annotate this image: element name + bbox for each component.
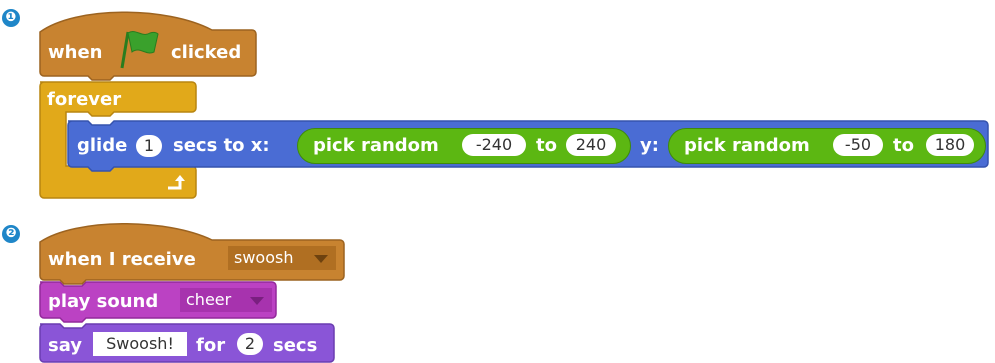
forever-label: forever [47,89,122,110]
y-label: y: [640,135,659,156]
for-label: for [196,335,226,356]
say-label: say [48,335,83,356]
chevron-down-icon [250,297,264,305]
secs-label: secs [273,335,318,356]
step-marker-1: ❶ [2,9,20,27]
message-dropdown-value: swoosh [234,248,294,267]
pick-random-y-label: pick random [684,135,810,156]
green-flag-icon [120,31,159,69]
sound-dropdown[interactable]: cheer [180,288,272,312]
sound-dropdown-value: cheer [186,290,232,309]
random-y-from-input[interactable]: -50 [833,134,883,156]
say-secs-input[interactable]: 2 [237,333,263,355]
message-dropdown[interactable]: swoosh [228,246,336,270]
random-x-from-input[interactable]: -240 [462,134,526,156]
clicked-label: clicked [171,42,242,63]
random-y-to-input[interactable]: 180 [926,134,974,156]
pick-random-x-label: pick random [313,135,439,156]
glide-secs-input[interactable]: 1 [136,135,162,157]
random-x-to-input[interactable]: 240 [566,134,616,156]
say-text-input[interactable]: Swoosh! [93,332,187,356]
to-label-1: to [536,135,557,156]
to-label-2: to [893,135,914,156]
glide-label: glide [77,135,128,156]
when-label: when [48,42,103,63]
chevron-down-icon [314,255,328,263]
step-marker-2: ❷ [2,225,20,243]
secs-to-x-label: secs to x: [173,135,270,156]
when-i-receive-label: when I receive [48,249,196,270]
play-sound-label: play sound [48,291,159,312]
